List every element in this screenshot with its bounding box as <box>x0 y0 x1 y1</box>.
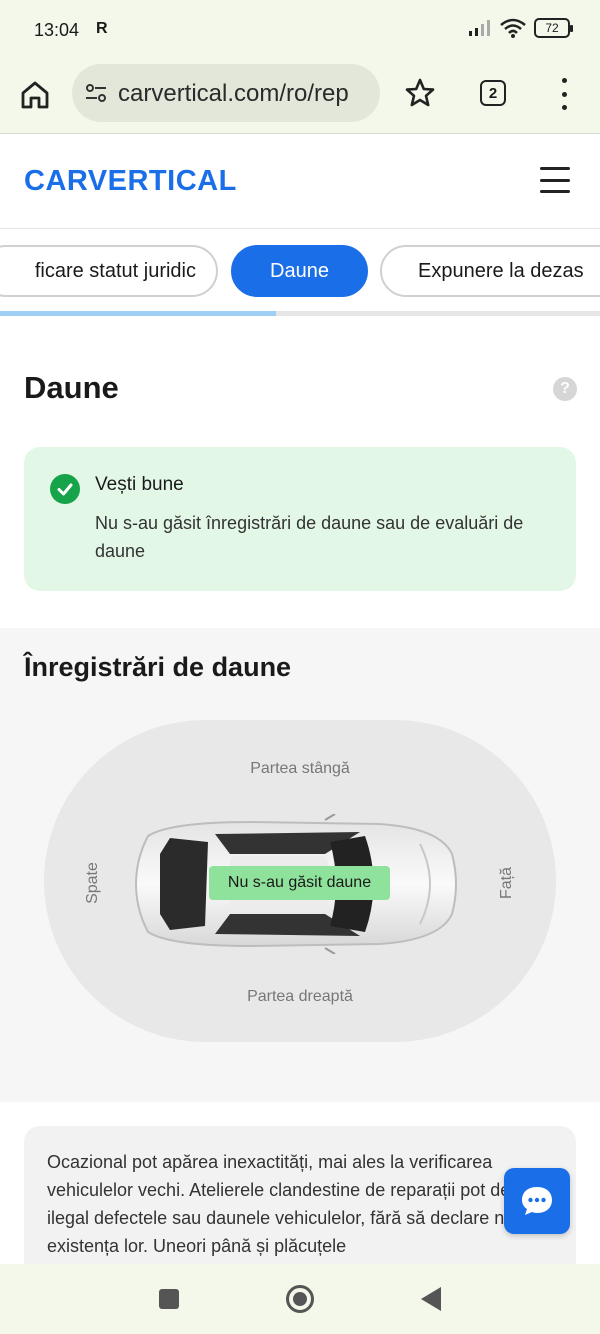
carvertical-logo[interactable]: CARVERTICAL <box>24 165 237 198</box>
good-news-text: Nu s-au găsit înregistrări de daune sau … <box>95 513 524 561</box>
back-nav-icon[interactable] <box>421 1287 441 1311</box>
system-nav-bar <box>0 1264 600 1334</box>
tab-label: Daune <box>270 259 329 282</box>
recents-icon[interactable] <box>159 1289 179 1309</box>
good-news-card: Vești bune Nu s-au găsit înregistrări de… <box>24 447 576 591</box>
address-bar[interactable]: carvertical.com/ro/rep <box>72 64 380 122</box>
battery-icon: 72 <box>534 18 573 38</box>
front-label: Față <box>498 866 515 900</box>
wifi-icon <box>500 18 526 38</box>
status-bar: 13:04 R 72 <box>0 0 600 60</box>
section-tabs: ficare statut juridic Daune Expunere la … <box>0 229 600 313</box>
disclaimer-text: Ocazional pot apărea inexactități, mai a… <box>47 1152 554 1256</box>
chat-bubble-icon <box>522 1187 552 1215</box>
back-label: Spate <box>84 862 101 904</box>
good-news-title: Vești bune <box>95 474 184 495</box>
records-title: Înregistrări de daune <box>24 652 292 682</box>
browser-menu-icon[interactable] <box>556 78 572 110</box>
damage-section: Daune ? Vești bune Nu s-au găsit înregis… <box>0 340 600 628</box>
no-damage-badge: Nu s-au găsit daune <box>209 866 390 900</box>
tab-daune[interactable]: Daune <box>231 245 368 297</box>
site-header: CARVERTICAL <box>0 135 600 229</box>
tab-label: ficare statut juridic <box>34 259 196 282</box>
help-icon[interactable]: ? <box>553 377 577 401</box>
disclaimer-card: Ocazional pot apărea inexactități, mai a… <box>24 1126 576 1264</box>
status-icons: 72 <box>468 18 573 38</box>
home-icon[interactable] <box>18 78 52 112</box>
tab-disaster-exposure[interactable]: Expunere la dezas <box>380 245 600 297</box>
left-side-label: Partea stângă <box>250 760 350 777</box>
browser-toolbar: carvertical.com/ro/rep 2 <box>0 60 600 134</box>
tab-label: Expunere la dezas <box>418 259 584 282</box>
tab-count: 2 <box>488 84 498 102</box>
hamburger-menu-icon[interactable] <box>540 167 570 193</box>
carrier-icon: R <box>96 20 108 37</box>
chat-button[interactable] <box>504 1168 570 1234</box>
url-text[interactable]: carvertical.com/ro/rep <box>118 80 349 108</box>
scroll-progress-fill <box>0 311 276 316</box>
home-nav-icon[interactable] <box>286 1285 314 1313</box>
status-time: 13:04 <box>34 20 80 40</box>
battery-level: 72 <box>545 21 559 35</box>
right-side-label: Partea dreaptă <box>247 988 353 1005</box>
page-title: Daune <box>24 370 119 405</box>
tab-legal-status[interactable]: ficare statut juridic <box>0 245 218 297</box>
scroll-progress-bar <box>0 311 600 316</box>
bookmark-star-icon[interactable] <box>404 77 436 109</box>
check-icon <box>50 474 80 504</box>
damage-records-section: Înregistrări de daune Partea stângă Part… <box>0 628 600 1102</box>
signal-icon <box>469 20 490 36</box>
tab-switcher-button[interactable]: 2 <box>480 80 506 106</box>
site-settings-icon[interactable] <box>84 81 108 105</box>
